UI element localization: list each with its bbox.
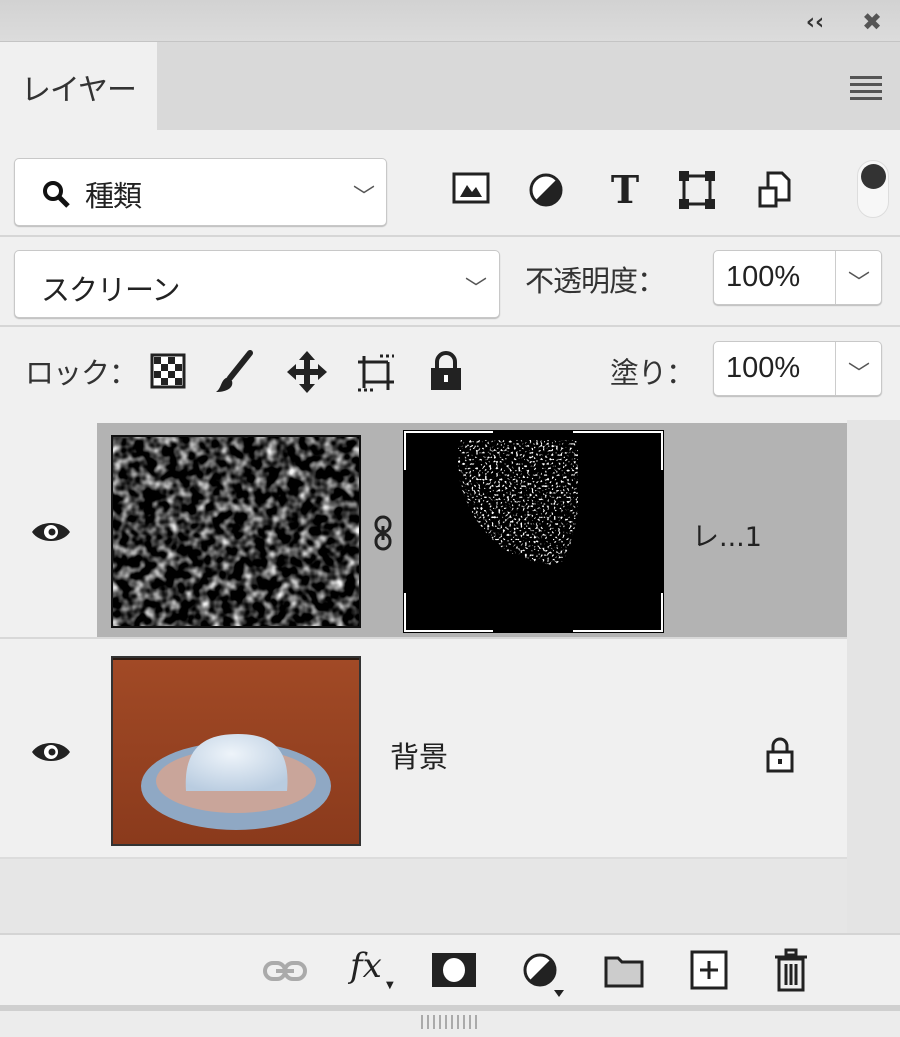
filter-toggle[interactable]	[857, 160, 889, 218]
close-icon[interactable]: ✖	[858, 8, 886, 36]
layer-name[interactable]: レ...1	[692, 515, 762, 554]
eye-icon[interactable]	[30, 519, 72, 545]
fill-label: 塗り：	[610, 356, 695, 390]
lock-position-move-icon[interactable]	[286, 350, 328, 394]
lock-all-icon[interactable]	[428, 350, 464, 392]
eye-icon[interactable]	[30, 739, 72, 765]
chevron-down-icon: ﹀	[465, 277, 488, 302]
opacity-label: 不透明度：	[525, 264, 666, 298]
layers-scrollbar[interactable]	[847, 420, 900, 935]
adjustment-layer-filter-icon[interactable]	[528, 172, 564, 208]
divider	[0, 933, 900, 935]
divider	[0, 235, 900, 237]
layer-mask-thumbnail[interactable]	[403, 430, 664, 633]
add-mask-icon[interactable]	[432, 953, 476, 987]
resize-gripper-bar[interactable]	[0, 1011, 900, 1037]
pixel-layer-filter-icon[interactable]	[452, 172, 490, 206]
fill-field[interactable]: 100% ﹀	[713, 341, 882, 396]
opacity-field[interactable]: 100% ﹀	[713, 250, 882, 305]
layer-thumbnail-noise	[111, 435, 361, 628]
tab-layers[interactable]: レイヤー	[0, 42, 157, 132]
divider	[0, 325, 900, 327]
lock-label: ロック：	[25, 356, 138, 390]
layer-lock-icon	[766, 737, 794, 773]
type-layer-filter-icon[interactable]: T	[604, 167, 646, 212]
opacity-dropdown-icon[interactable]: ﹀	[848, 265, 870, 297]
chevron-down-icon: ﹀	[353, 185, 376, 210]
hamburger-menu-icon[interactable]	[850, 74, 882, 100]
layer-thumbnail-photo	[111, 656, 361, 846]
new-adjustment-layer-icon[interactable]	[522, 952, 568, 1000]
fill-dropdown-icon[interactable]: ﹀	[848, 356, 870, 388]
search-icon	[43, 181, 70, 208]
divider	[0, 637, 847, 639]
lock-artboard-icon[interactable]	[354, 352, 398, 394]
toggle-knob	[861, 164, 886, 189]
new-group-folder-icon[interactable]	[604, 954, 644, 988]
blend-mode-select[interactable]: スクリーン ﹀	[14, 250, 500, 318]
shape-layer-filter-icon[interactable]	[678, 170, 716, 210]
separator	[835, 251, 836, 304]
layer-row[interactable]: レ...1	[0, 423, 847, 637]
smart-object-filter-icon[interactable]	[756, 170, 792, 210]
opacity-value[interactable]: 100%	[726, 261, 800, 294]
layers-empty-area	[0, 859, 847, 933]
layer-row[interactable]: 背景	[0, 640, 847, 857]
panel-title-bar	[0, 0, 900, 42]
layer-effects-fx-icon[interactable]: fx ▼	[350, 946, 396, 996]
blend-mode-value: スクリーン	[41, 273, 181, 307]
link-chain-icon[interactable]	[372, 515, 394, 551]
layer-name[interactable]: 背景	[390, 734, 448, 776]
double-chevron-left-icon[interactable]: ‹‹	[800, 8, 830, 36]
layer-filter-select[interactable]: 種類 ﹀	[14, 158, 387, 226]
lock-image-pixels-brush-icon[interactable]	[214, 350, 254, 394]
link-layers-icon[interactable]	[262, 958, 308, 984]
filter-kind-label: 種類	[85, 179, 142, 213]
separator	[835, 342, 836, 395]
resize-grip-icon[interactable]	[420, 1015, 482, 1029]
delete-layer-trash-icon[interactable]	[774, 948, 808, 992]
fill-value[interactable]: 100%	[726, 352, 800, 385]
new-layer-icon[interactable]	[690, 950, 728, 990]
lock-transparent-pixels-icon[interactable]	[150, 353, 186, 389]
